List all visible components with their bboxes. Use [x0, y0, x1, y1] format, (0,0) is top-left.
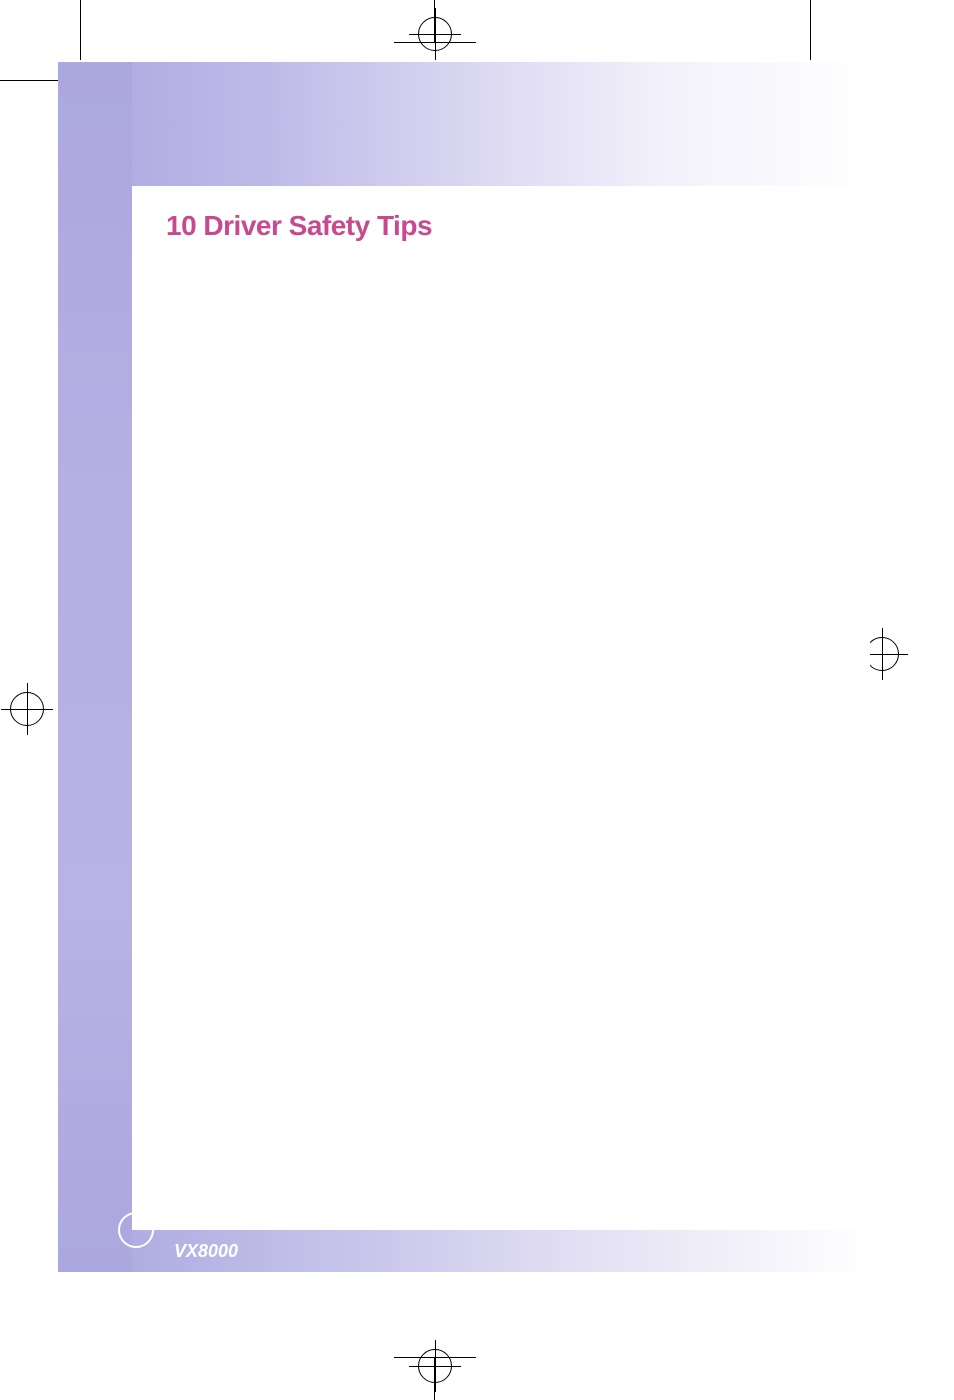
register-mark-icon [865, 637, 899, 671]
page-side-banner [58, 62, 132, 1272]
crop-mark [80, 0, 81, 60]
crop-mark [810, 0, 811, 60]
page-top-banner [58, 62, 870, 186]
crop-mark [0, 80, 60, 81]
page-title: 10 Driver Safety Tips [166, 210, 432, 242]
footer-circle-icon [118, 1212, 154, 1248]
register-mark-icon [418, 1349, 452, 1383]
register-mark-icon [10, 692, 44, 726]
document-page: 10 Driver Safety Tips VX8000 [58, 62, 870, 1272]
register-mark-icon [418, 17, 452, 51]
page-content-area: 10 Driver Safety Tips [132, 186, 870, 1272]
footer-model-label: VX8000 [174, 1241, 238, 1262]
page-footer-bar: VX8000 [132, 1230, 870, 1272]
